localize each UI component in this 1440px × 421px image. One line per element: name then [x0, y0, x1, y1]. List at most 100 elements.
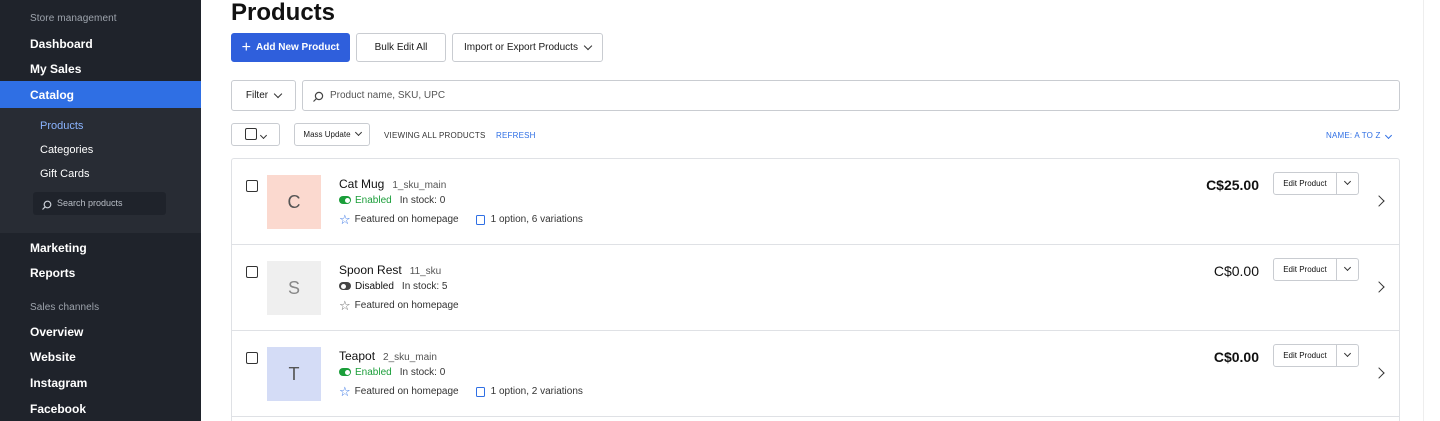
product-row[interactable]: C Cat Mug 1_sku_main Enabled In stock: 0 ☆… [232, 159, 1399, 245]
featured-label: Featured on homepage [354, 300, 459, 311]
product-price: C$25.00 [1206, 177, 1259, 193]
chevron-down-icon [1343, 177, 1352, 186]
search-icon [41, 198, 52, 216]
chevron-down-icon [1384, 131, 1392, 140]
page-title: Products [231, 0, 336, 26]
sidebar-item-reports[interactable]: Reports [30, 266, 75, 280]
product-price: C$0.00 [1213, 263, 1259, 279]
bulk-edit-button[interactable]: Bulk Edit All [356, 33, 446, 62]
product-sku: 1_sku_main [392, 180, 447, 191]
product-meta: ☆ Featured on homepage 1 option, 6 variat… [339, 213, 583, 226]
toggle-off-icon [339, 282, 351, 290]
product-row[interactable]: T Teapot 2_sku_main Enabled In stock: 0 ☆ F… [232, 331, 1399, 417]
stock-label: In stock: 0 [399, 195, 446, 206]
import-export-button[interactable]: Import or Export Products [452, 33, 603, 62]
mass-update-label: Mass Update [303, 130, 351, 139]
viewing-status: VIEWING ALL PRODUCTS [384, 131, 486, 140]
edit-product-dropdown[interactable] [1337, 345, 1358, 366]
edit-product-dropdown[interactable] [1337, 173, 1358, 194]
import-export-label: Import or Export Products [464, 42, 578, 53]
status-label: Enabled [355, 367, 392, 378]
sidebar-section-store: Store management [30, 13, 117, 24]
product-list: C Cat Mug 1_sku_main Enabled In stock: 0 ☆… [231, 158, 1400, 421]
product-search-input[interactable]: Product name, SKU, UPC [302, 80, 1400, 111]
chevron-down-icon [259, 131, 268, 140]
sidebar-item-facebook[interactable]: Facebook [30, 402, 86, 416]
product-name[interactable]: Teapot 2_sku_main [339, 349, 437, 363]
sort-label: NAME: A TO Z [1326, 131, 1381, 140]
product-sku: 2_sku_main [383, 352, 437, 363]
product-status: Enabled In stock: 0 [339, 195, 445, 206]
options-label: 1 option, 6 variations [490, 214, 583, 225]
sidebar-subitem-products[interactable]: Products [40, 120, 83, 132]
refresh-link[interactable]: REFRESH [496, 131, 536, 140]
star-icon[interactable]: ☆ [339, 299, 351, 312]
filter-label: Filter [245, 90, 269, 101]
edit-product-button[interactable]: Edit Product [1274, 259, 1337, 280]
filter-button[interactable]: Filter [231, 80, 296, 111]
stock-label: In stock: 0 [399, 367, 446, 378]
chevron-down-icon [273, 89, 283, 98]
product-thumbnail: C [267, 175, 321, 229]
featured-label: Featured on homepage [354, 214, 459, 225]
sidebar-subitem-gift-cards[interactable]: Gift Cards [40, 168, 90, 180]
product-thumbnail: S [267, 261, 321, 315]
chevron-right-icon[interactable] [1373, 281, 1385, 293]
sidebar-item-my-sales[interactable]: My Sales [30, 62, 81, 76]
chevron-down-icon [1343, 263, 1352, 272]
sort-dropdown[interactable]: NAME: A TO Z [1326, 131, 1392, 140]
sidebar-search-placeholder: Search products [57, 198, 123, 208]
edit-product-button[interactable]: Edit Product [1274, 173, 1337, 194]
edit-product-group: Edit Product [1273, 172, 1359, 195]
add-new-product-label: Add New Product [256, 42, 340, 53]
product-name[interactable]: Spoon Rest 11_sku [339, 263, 441, 277]
product-row[interactable]: S Spoon Rest 11_sku Disabled In stock: 5 ☆… [232, 245, 1399, 331]
add-new-product-button[interactable]: + Add New Product [231, 33, 350, 62]
sidebar-item-catalog-label: Catalog [30, 88, 75, 102]
chevron-down-icon [1343, 349, 1352, 358]
sidebar-item-dashboard[interactable]: Dashboard [30, 37, 93, 51]
product-name[interactable]: Cat Mug 1_sku_main [339, 177, 446, 191]
chevron-right-icon[interactable] [1373, 367, 1385, 379]
sidebar: Store management Dashboard My Sales Cata… [0, 0, 201, 421]
product-price: C$0.00 [1213, 349, 1259, 365]
product-sku: 11_sku [409, 266, 442, 277]
product-meta: ☆ Featured on homepage 1 option, 2 variat… [339, 385, 583, 398]
chevron-down-icon [583, 41, 593, 50]
row-checkbox[interactable] [246, 352, 258, 364]
product-status: Disabled In stock: 5 [339, 281, 448, 292]
sidebar-subitem-categories[interactable]: Categories [40, 144, 93, 156]
sidebar-section-channels: Sales channels [30, 302, 100, 313]
sidebar-item-website[interactable]: Website [30, 350, 76, 364]
sidebar-search[interactable]: Search products [33, 192, 166, 215]
options-label: 1 option, 2 variations [490, 386, 583, 397]
sidebar-item-marketing[interactable]: Marketing [30, 241, 87, 255]
page-scrollbar[interactable] [1423, 0, 1440, 421]
edit-product-button[interactable]: Edit Product [1274, 345, 1337, 366]
mass-update-button[interactable]: Mass Update [294, 123, 370, 146]
bulk-edit-label: Bulk Edit All [374, 42, 428, 53]
sidebar-item-overview[interactable]: Overview [30, 325, 83, 339]
sidebar-item-instagram[interactable]: Instagram [30, 376, 87, 390]
edit-product-dropdown[interactable] [1337, 259, 1358, 280]
app-root: Store management Dashboard My Sales Cata… [0, 0, 1440, 421]
chevron-down-icon [354, 128, 362, 137]
sidebar-item-catalog[interactable]: Catalog [0, 81, 201, 108]
chevron-right-icon[interactable] [1373, 195, 1385, 207]
plus-icon: + [241, 38, 251, 56]
row-checkbox[interactable] [246, 180, 258, 192]
select-all-dropdown[interactable] [231, 123, 280, 146]
product-search-placeholder: Product name, SKU, UPC [330, 90, 446, 101]
toggle-on-icon [339, 196, 351, 204]
featured-label: Featured on homepage [354, 386, 459, 397]
product-thumbnail: T [267, 347, 321, 401]
edit-product-group: Edit Product [1273, 344, 1359, 367]
product-name-text: Cat Mug [339, 177, 385, 191]
star-icon[interactable]: ☆ [339, 385, 351, 398]
star-icon[interactable]: ☆ [339, 213, 351, 226]
select-all-checkbox[interactable] [245, 128, 257, 140]
toggle-on-icon [339, 368, 351, 376]
product-meta: ☆ Featured on homepage [339, 299, 459, 312]
row-checkbox[interactable] [246, 266, 258, 278]
main-content: Products + Add New Product Bulk Edit All… [201, 0, 1423, 421]
